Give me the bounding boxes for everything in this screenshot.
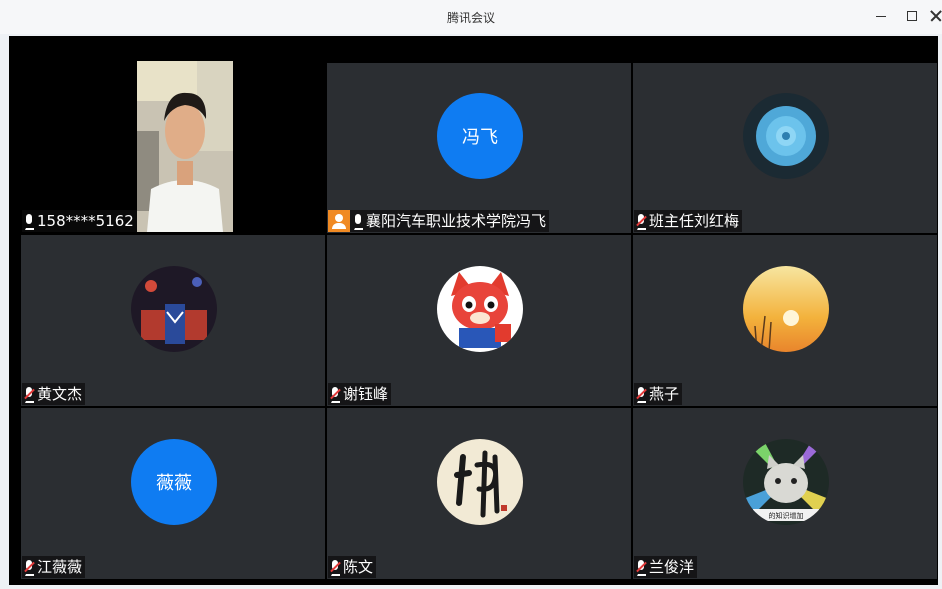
maximize-button[interactable] [903,7,921,25]
participant-tile[interactable]: 薇薇 江薇薇 [21,408,325,579]
participant-name: 班主任刘红梅 [649,212,740,230]
participant-tile[interactable]: 班主任刘红梅 [633,63,937,233]
mic-muted-icon [328,556,343,578]
participant-name-label: 158****5162 [22,210,137,232]
cartoon-fox-photo-icon [437,266,523,352]
participant-name: 燕子 [649,385,680,403]
mic-muted-icon [634,556,649,578]
participant-name-label: 班主任刘红梅 [634,210,743,232]
participant-tile-video[interactable]: 158****5162 [21,36,325,233]
title-bar: 腾讯会议 [0,0,942,34]
participant-name-label: 陈文 [328,556,377,578]
participant-name: 陈文 [343,558,374,576]
minimize-button[interactable] [872,7,890,25]
sunset-photo-icon [743,266,829,352]
video-grid: 158****5162 冯飞 襄阳汽车职业技术学院冯飞 班主任刘红梅 黄文杰 谢… [9,36,938,585]
camera-feed [137,61,233,232]
mic-muted-icon [22,383,37,405]
concert-crowd-photo-icon [131,266,217,352]
participant-tile[interactable]: 黄文杰 [21,235,325,406]
cat-meme-photo-icon: 的知识增加 [743,439,829,525]
mic-muted-icon [328,383,343,405]
participant-name: 黄文杰 [37,385,83,403]
participant-tile[interactable]: 陈文 [327,408,631,579]
mic-muted-icon [634,383,649,405]
calligraphy-fo-character-icon [437,439,523,525]
close-button[interactable] [927,7,942,25]
succulent-photo-icon [743,93,829,179]
mic-on-icon [351,210,366,232]
participant-name-label: 谢钰峰 [328,383,392,405]
mic-muted-icon [22,556,37,578]
participant-name-label: 江薇薇 [22,556,86,578]
participant-name: 谢钰峰 [343,385,389,403]
participant-tile[interactable]: 谢钰峰 [327,235,631,406]
participant-name: 江薇薇 [37,558,83,576]
participant-name: 兰俊洋 [649,558,695,576]
participant-tile[interactable]: 的知识增加 兰俊洋 [633,408,937,579]
text-avatar: 薇薇 [131,439,217,525]
participant-name-label: 襄阳汽车职业技术学院冯飞 [328,210,550,232]
window-title: 腾讯会议 [446,11,495,25]
mic-on-icon [22,210,37,232]
participant-name-label: 燕子 [634,383,683,405]
participant-name: 襄阳汽车职业技术学院冯飞 [366,212,547,230]
participant-tile[interactable]: 冯飞 襄阳汽车职业技术学院冯飞 [327,63,631,233]
participant-name: 158****5162 [37,212,134,230]
host-user-icon [328,210,350,232]
participant-tile[interactable]: 燕子 [633,235,937,406]
mic-muted-icon [634,210,649,232]
participant-name-label: 兰俊洋 [634,556,698,578]
text-avatar: 冯飞 [437,93,523,179]
participant-name-label: 黄文杰 [22,383,86,405]
avatar-caption: 的知识增加 [769,511,804,520]
